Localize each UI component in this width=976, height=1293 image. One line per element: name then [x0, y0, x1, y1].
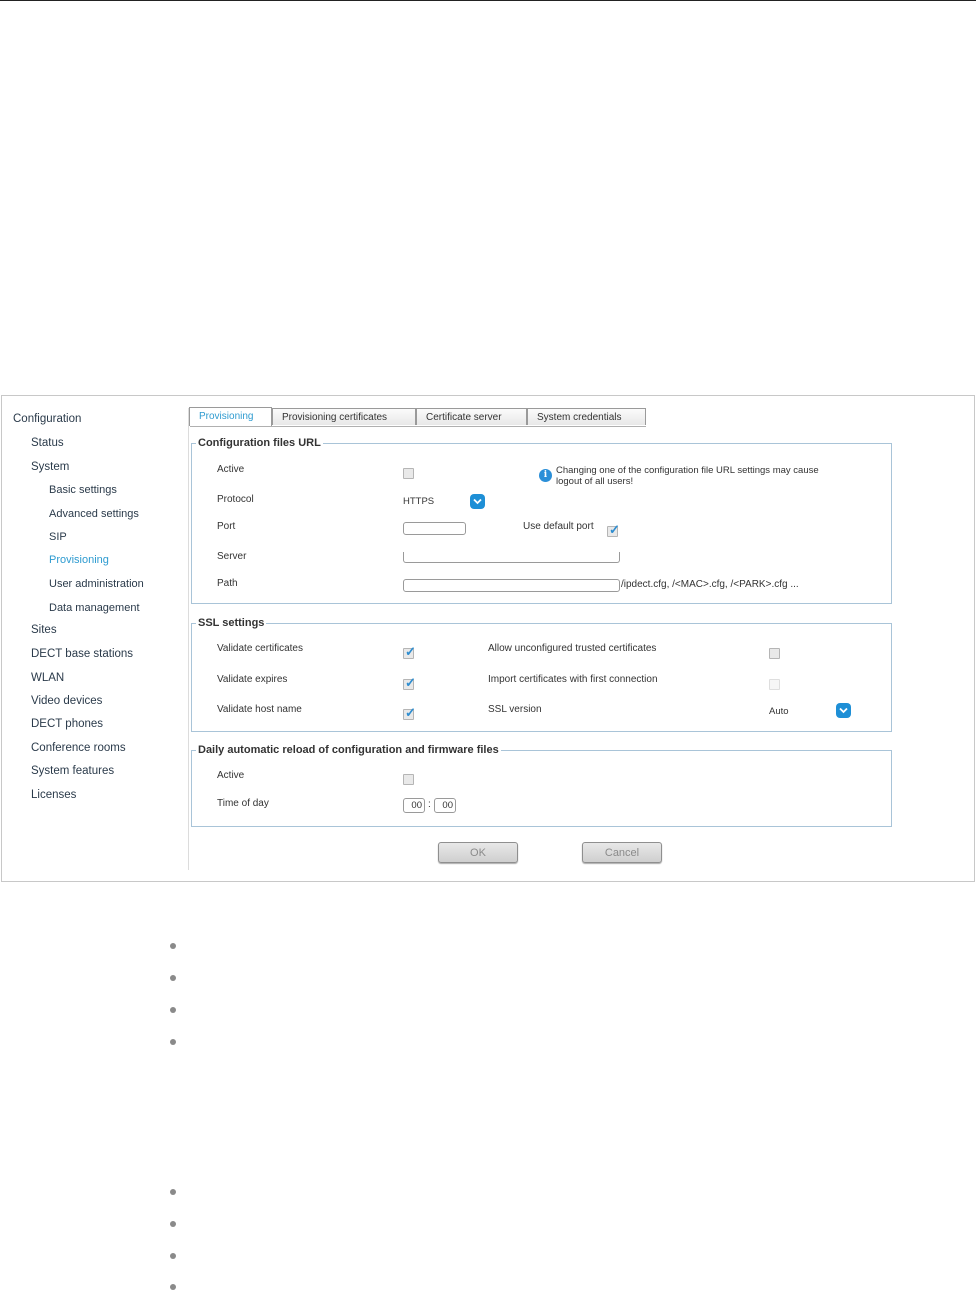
import-first-connection-label: Import certificates with first connectio…: [488, 674, 658, 685]
protocol-label: Protocol: [217, 494, 254, 505]
reload-active-label: Active: [217, 770, 245, 781]
sidebar-item-dect-base-stations[interactable]: DECT base stations: [31, 648, 133, 660]
tab-certificate-server[interactable]: Certificate server: [416, 408, 527, 425]
port-label: Port: [217, 521, 236, 532]
minute-input[interactable]: 00: [434, 798, 456, 813]
list-bullet: [170, 1221, 176, 1227]
ssl-settings-section: SSL settings Validate certificates ✓ All…: [191, 617, 892, 732]
validate-host-name-label: Validate host name: [217, 704, 302, 715]
sidebar-item-user-administration[interactable]: User administration: [49, 578, 144, 590]
list-bullet: [170, 975, 176, 981]
sidebar-item-basic-settings[interactable]: Basic settings: [49, 484, 117, 496]
sidebar-item-advanced-settings[interactable]: Advanced settings: [49, 508, 139, 520]
info-message: Changing one of the configuration file U…: [556, 465, 819, 487]
chevron-down-icon: [470, 494, 485, 509]
sidebar-item-provisioning[interactable]: Provisioning: [49, 554, 109, 566]
server-label: Server: [217, 551, 247, 562]
reload-active-checkbox[interactable]: [403, 774, 414, 785]
list-bullet: [170, 943, 176, 949]
ssl-version-label: SSL version: [488, 704, 542, 715]
validate-expires-checkbox[interactable]: ✓: [403, 676, 416, 690]
list-bullet: [170, 1253, 176, 1259]
sidebar-item-sites[interactable]: Sites: [31, 624, 57, 636]
section-title: Daily automatic reload of configuration …: [196, 744, 501, 756]
time-separator: :: [428, 799, 431, 810]
sidebar-item-licenses[interactable]: Licenses: [31, 789, 76, 801]
tab-bar-line: [190, 426, 646, 427]
sidebar-item-configuration[interactable]: Configuration: [13, 413, 81, 425]
tab-system-credentials[interactable]: System credentials: [527, 408, 646, 425]
path-label: Path: [217, 578, 238, 589]
active-checkbox[interactable]: [403, 468, 414, 479]
list-bullet: [170, 1284, 176, 1290]
sidebar-item-sip[interactable]: SIP: [49, 531, 67, 543]
use-default-port-label: Use default port: [523, 521, 594, 532]
list-bullet: [170, 1039, 176, 1045]
list-bullet: [170, 1007, 176, 1013]
ssl-version-value: Auto: [769, 706, 789, 717]
section-title: Configuration files URL: [196, 437, 323, 449]
ssl-version-select[interactable]: Auto: [769, 703, 851, 718]
hour-input[interactable]: 00: [403, 798, 425, 813]
allow-unconfigured-checkbox[interactable]: [769, 648, 780, 659]
path-input[interactable]: [403, 579, 620, 592]
daily-reload-section: Daily automatic reload of configuration …: [191, 744, 892, 827]
validate-expires-label: Validate expires: [217, 674, 288, 685]
info-icon: i: [539, 469, 552, 482]
use-default-port-checkbox[interactable]: ✓: [607, 523, 620, 537]
configuration-panel: Configuration Status System Basic settin…: [1, 395, 975, 882]
chevron-down-icon: [836, 703, 851, 718]
top-rule: [0, 0, 976, 1]
import-first-connection-checkbox[interactable]: [769, 679, 780, 690]
validate-certificates-label: Validate certificates: [217, 643, 303, 654]
sidebar-item-data-management[interactable]: Data management: [49, 602, 140, 614]
sidebar-item-wlan[interactable]: WLAN: [31, 672, 64, 684]
validate-certificates-checkbox[interactable]: ✓: [403, 645, 416, 659]
allow-unconfigured-label: Allow unconfigured trusted certificates: [488, 643, 657, 654]
config-files-url-section: Configuration files URL Active i Changin…: [191, 437, 892, 604]
section-title: SSL settings: [196, 617, 267, 629]
sidebar-divider: [188, 408, 189, 870]
tab-provisioning-certificates[interactable]: Provisioning certificates: [272, 408, 416, 425]
tab-provisioning[interactable]: Provisioning: [189, 407, 272, 426]
sidebar-item-conference-rooms[interactable]: Conference rooms: [31, 742, 126, 754]
sidebar-item-dect-phones[interactable]: DECT phones: [31, 718, 103, 730]
active-label: Active: [217, 464, 245, 475]
protocol-value: HTTPS: [403, 496, 435, 507]
cancel-button[interactable]: Cancel: [582, 842, 662, 863]
sidebar-item-system[interactable]: System: [31, 461, 69, 473]
time-of-day-label: Time of day: [217, 798, 269, 809]
ok-button[interactable]: OK: [438, 842, 518, 863]
path-suffix: /ipdect.cfg, /<MAC>.cfg, /<PARK>.cfg ...: [621, 579, 799, 590]
validate-host-name-checkbox[interactable]: ✓: [403, 706, 416, 720]
protocol-select[interactable]: HTTPS: [403, 494, 485, 509]
sidebar-item-system-features[interactable]: System features: [31, 765, 114, 777]
sidebar-item-status[interactable]: Status: [31, 437, 64, 449]
sidebar-item-video-devices[interactable]: Video devices: [31, 695, 102, 707]
port-input[interactable]: [403, 522, 466, 535]
server-input[interactable]: [403, 552, 620, 563]
list-bullet: [170, 1189, 176, 1195]
